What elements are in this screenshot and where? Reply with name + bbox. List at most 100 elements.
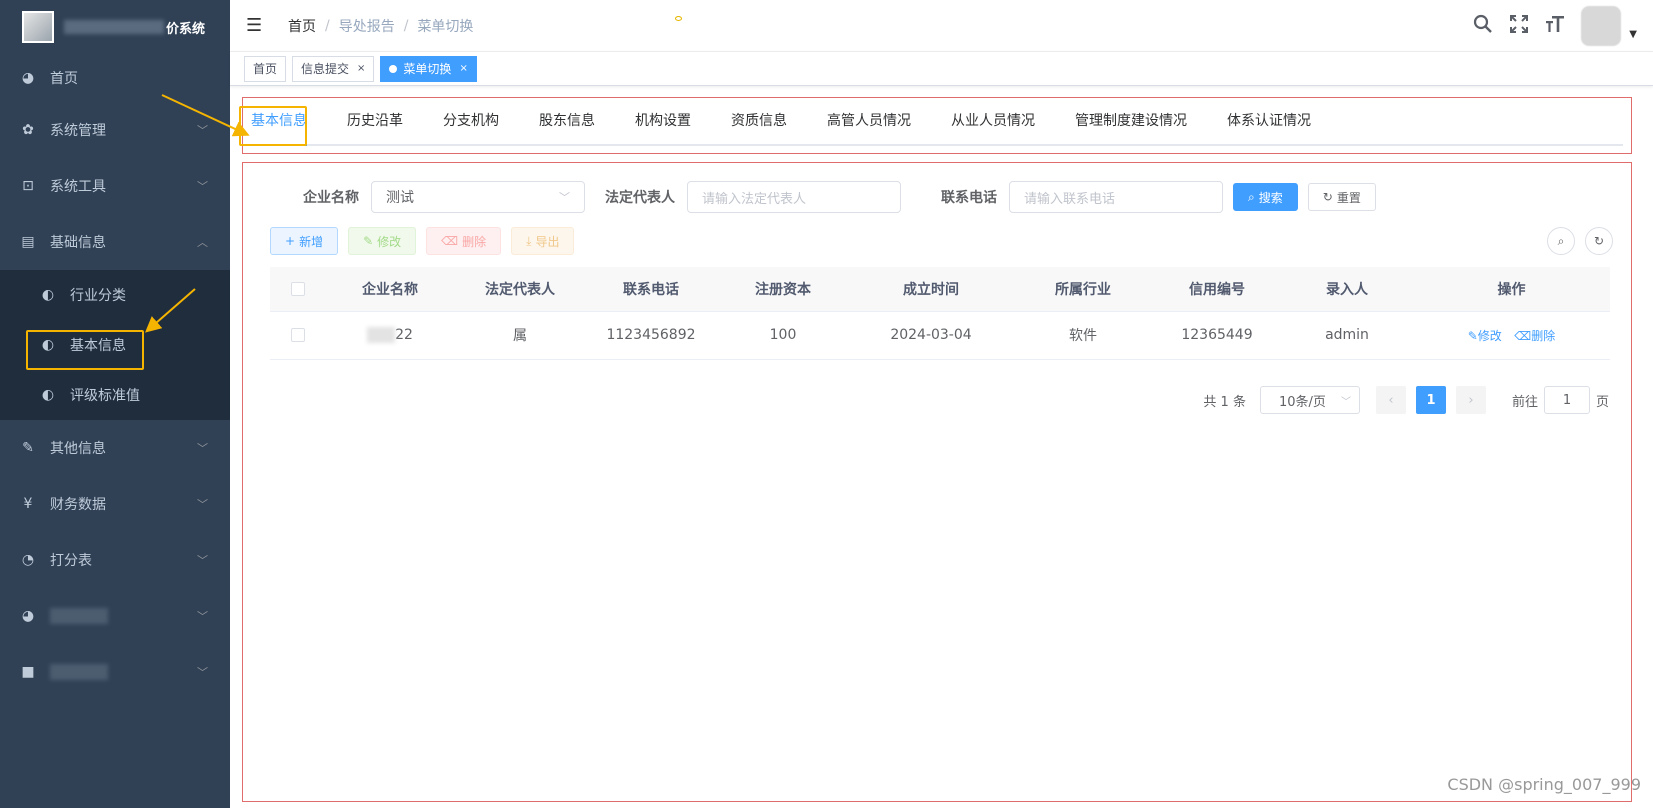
tab-executives[interactable]: 高管人员情况 [807,98,931,144]
search-button-label: 搜索 [1258,190,1283,205]
edit-icon: ✎ [363,234,374,248]
fullscreen-icon[interactable] [1509,14,1529,39]
sidebar-subitem-industry[interactable]: ◐ 行业分类 [0,270,230,320]
sidebar-item-redacted-2[interactable]: ■ ﹀ [0,644,230,700]
select-all-checkbox[interactable] [290,281,305,296]
chevron-down-icon: ﹀ [197,498,208,511]
row-checkbox[interactable] [290,328,305,342]
company-name-select[interactable]: 测试 ﹀ [371,181,585,213]
sidebar-item-finance[interactable]: ¥ 财务数据 ﹀ [0,476,230,532]
legal-rep-input[interactable]: 请输入法定代表人 [687,181,901,213]
cell-industry: 软件 [1013,311,1153,360]
search-icon[interactable] [1473,14,1493,39]
breadcrumb-report[interactable]: 导处报告 [339,16,395,36]
sidebar-item-label: 基础信息 [50,235,106,251]
sidebar-item-basic-info[interactable]: ▤ 基础信息 ︿ [0,214,230,270]
close-icon[interactable]: × [459,57,467,81]
chevron-down-icon: ﹀ [197,180,208,193]
sidebar-item-system-tools[interactable]: ⊡ 系统工具 ﹀ [0,158,230,214]
sidebar-subitem-rating[interactable]: ◐ 评级标准值 [0,370,230,420]
chevron-down-icon: ﹀ [197,666,208,679]
download-icon: ⤓ [526,233,532,248]
hamburger-icon[interactable]: ☰ [246,15,266,36]
content-frame: 企业名称 测试 ﹀ 法定代表人 请输入法定代表人 联系电话 请输入联系电话 ⌕ … [242,162,1632,802]
table-header-row: 企业名称 法定代表人 联系电话 注册资本 成立时间 所属行业 信用编号 录入人 … [270,267,1610,312]
tab-employees[interactable]: 从业人员情况 [931,98,1055,144]
prev-page-button[interactable]: ‹ [1375,386,1406,414]
tab-certification[interactable]: 体系认证情况 [1207,98,1331,144]
row-select-cell [270,311,325,360]
sidebar-item-label: 其他信息 [50,441,106,457]
chevron-down-icon: ﹀ [197,610,208,623]
app-title: 价系统 [166,21,206,37]
reset-button[interactable]: ↻ 重置 [1307,183,1376,211]
data-table: 企业名称 法定代表人 联系电话 注册资本 成立时间 所属行业 信用编号 录入人 … [270,267,1610,360]
delete-button-label: 删除 [462,234,487,249]
avatar[interactable] [1581,6,1622,46]
edit-button[interactable]: ✎ 修改 [348,227,417,255]
highlight-box-tab [239,106,307,146]
delete-button[interactable]: ⌫ 删除 [426,227,502,255]
chevron-down-icon: ﹀ [197,442,208,455]
caret-down-icon[interactable]: ▼ [1629,29,1637,40]
toolbox-icon: ⊡ [22,178,34,194]
refresh-button[interactable]: ↻ [1585,227,1613,255]
add-button[interactable]: + 新增 [270,227,339,255]
goto-label: 前往 [1511,394,1538,410]
export-button[interactable]: ⤓ 导出 [511,227,575,255]
sidebar-item-redacted-1[interactable]: ◕ ﹀ [0,588,230,644]
tab-branches[interactable]: 分支机构 [423,98,519,144]
phone-input[interactable]: 请输入联系电话 [1009,181,1223,213]
pagination-total: 共 1 条 [1203,394,1246,410]
search-button[interactable]: ⌕ 搜索 [1233,183,1298,211]
goto-page-input[interactable]: 1 [1543,386,1590,414]
row-delete-link[interactable]: ⌫删除 [1514,329,1555,343]
sidebar-item-system-management[interactable]: ✿ 系统管理 ﹀ [0,102,230,158]
company-name-label: 企业名称 [303,190,359,206]
chart-icon: ◕ [21,608,35,624]
font-size-icon[interactable] [1545,14,1565,39]
breadcrumb-home[interactable]: 首页 [288,16,316,36]
select-all-cell [270,267,325,312]
sidebar-item-label: 行业分类 [70,288,126,304]
export-button-label: 导出 [535,234,560,249]
logo[interactable]: 价系统 [0,0,230,54]
tag-menu-switch[interactable]: 菜单切换 × [380,55,477,82]
square-icon: ■ [21,664,35,680]
palette-icon: ◐ [41,287,55,303]
sidebar-item-scoring[interactable]: ◔ 打分表 ﹀ [0,532,230,588]
tab-management-system[interactable]: 管理制度建设情况 [1055,98,1207,144]
page-number-current[interactable]: 1 [1415,386,1446,414]
column-header: 注册资本 [717,267,849,312]
tag-home[interactable]: 首页 [244,55,287,82]
chevron-up-icon: ︿ [197,236,208,249]
redacted-label [50,608,108,624]
table-row[interactable]: 22 属 1123456892 100 2024-03-04 软件 123654… [270,311,1610,360]
tab-shareholders[interactable]: 股东信息 [519,98,615,144]
sidebar-item-label: 评级标准值 [70,388,140,404]
tag-info-submit[interactable]: 信息提交 × [292,55,375,82]
next-page-button[interactable]: › [1455,386,1486,414]
column-header: 成立时间 [849,267,1013,312]
column-header: 联系电话 [585,267,717,312]
clock-icon: ◔ [21,552,35,568]
goto-unit: 页 [1595,394,1609,410]
edit-icon: ✎ [22,440,34,456]
legal-rep-label: 法定代表人 [605,190,675,206]
sidebar-item-label: 首页 [50,71,78,87]
tab-org-settings[interactable]: 机构设置 [615,98,711,144]
sidebar-item-other-info[interactable]: ✎ 其他信息 ﹀ [0,420,230,476]
cell-legal-rep: 属 [455,311,585,360]
navbar: ☰ 首页 / 导处报告 / 菜单切换 ▼ [230,0,1653,52]
row-edit-link[interactable]: ✎修改 [1468,329,1502,343]
toggle-search-button[interactable]: ⌕ [1547,227,1575,255]
close-icon[interactable]: × [357,57,365,81]
tabs: 基本信息 历史沿革 分支机构 股东信息 机构设置 资质信息 高管人员情况 从业人… [251,98,1623,146]
sidebar-item-home[interactable]: ◕ 首页 [0,54,230,102]
tab-qualifications[interactable]: 资质信息 [711,98,807,144]
cell-capital: 100 [717,311,849,360]
marker-dot [675,16,682,21]
tab-history[interactable]: 历史沿革 [327,98,423,144]
tag-label: 首页 [253,61,278,76]
page-size-select[interactable]: 10条/页 ﹀ [1259,386,1360,414]
